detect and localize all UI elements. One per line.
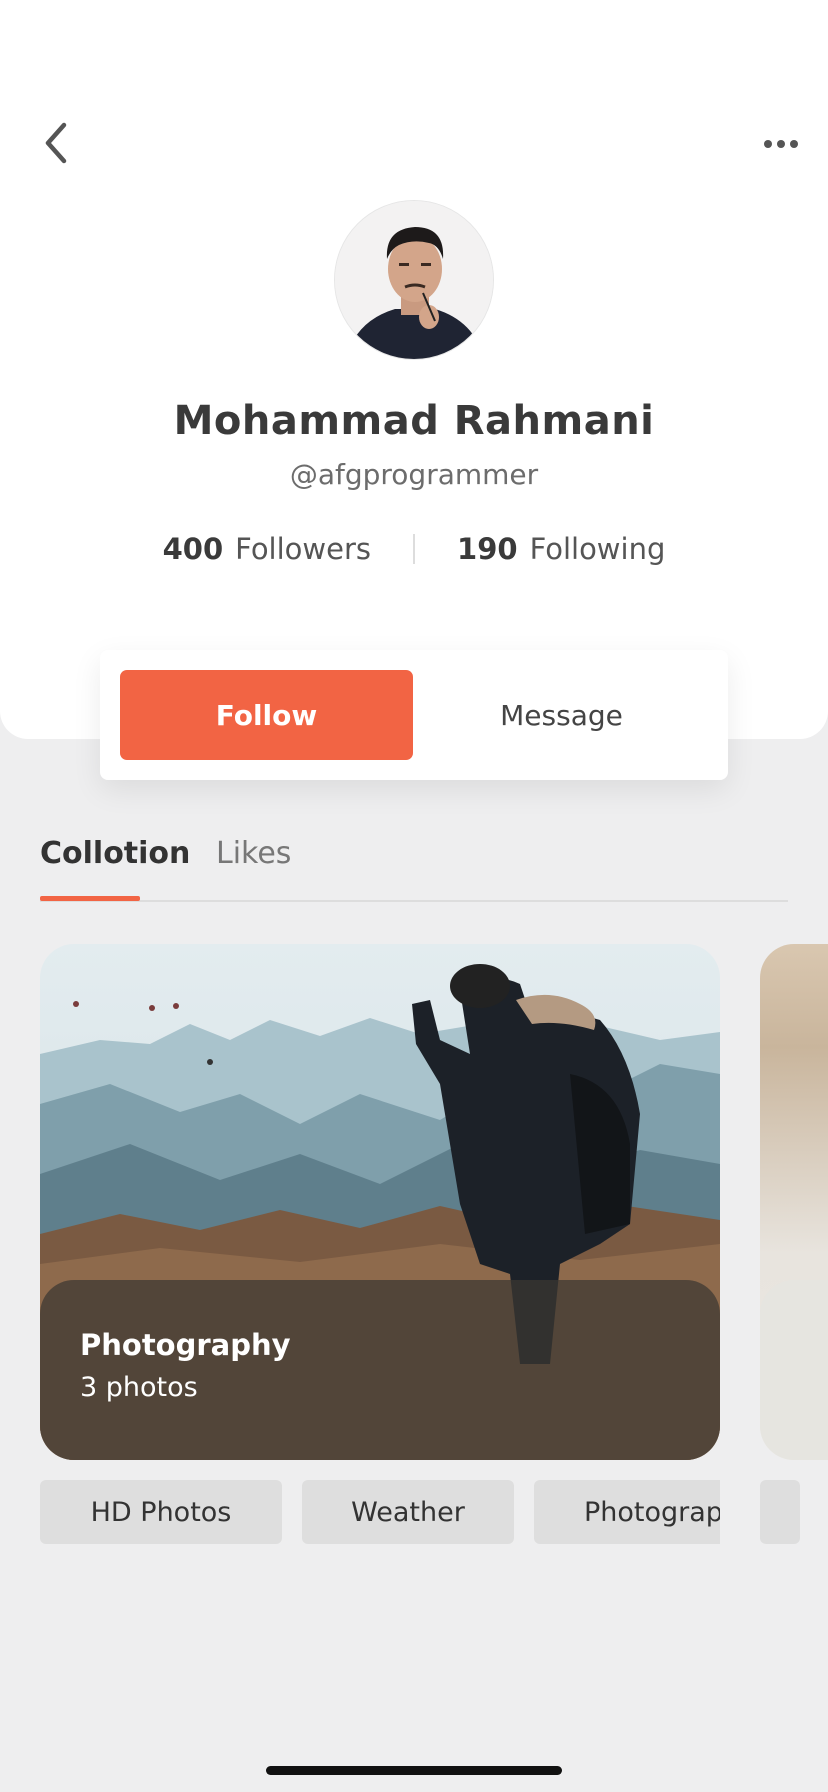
profile-header: [0, 0, 828, 739]
tab-likes[interactable]: Likes: [216, 836, 291, 871]
profile-name: Mohammad Rahmani: [173, 398, 655, 444]
collection-card[interactable]: Photography 3 photos: [40, 944, 720, 1460]
followers-stat[interactable]: 400 Followers: [163, 532, 371, 566]
profile-handle: @afgprogrammer: [289, 458, 539, 491]
tag-chip[interactable]: Weather: [302, 1480, 514, 1544]
tabs-divider: [40, 900, 788, 902]
followers-count: 400: [162, 532, 224, 566]
message-button[interactable]: Message: [415, 670, 708, 760]
collection-title: Photography: [80, 1328, 291, 1362]
tag-chip[interactable]: Photograp: [534, 1480, 720, 1544]
following-count: 190: [457, 532, 518, 566]
collection-photo-count: 3 photos: [80, 1372, 198, 1403]
next-collection-overlay: [760, 1280, 828, 1460]
more-horizontal-icon: [777, 140, 785, 148]
active-tab-indicator: [40, 896, 140, 901]
tag-chip-peek[interactable]: [760, 1480, 800, 1544]
more-horizontal-icon: [764, 140, 772, 148]
tag-chip[interactable]: HD Photos: [40, 1480, 282, 1544]
following-label: Following: [529, 532, 666, 566]
tab-collection[interactable]: Collotion: [40, 836, 190, 871]
stats-divider: [413, 534, 416, 564]
tag-list-viewport: HD Photos Weather Photograp: [40, 1480, 720, 1544]
collection-card-overlay: [40, 1280, 720, 1460]
more-options-button[interactable]: [756, 124, 806, 164]
followers-label: Followers: [235, 532, 372, 566]
profile-tabs: Collotion Likes: [40, 836, 788, 902]
next-collection-card[interactable]: [760, 944, 828, 1460]
avatar[interactable]: [334, 200, 494, 360]
action-card: Follow Message: [100, 650, 728, 780]
profile-stats: 400 Followers 190 Following: [0, 532, 828, 566]
more-horizontal-icon: [790, 140, 798, 148]
following-stat[interactable]: 190 Following: [457, 532, 665, 566]
chevron-left-icon: [45, 122, 67, 164]
home-indicator: [266, 1766, 562, 1775]
follow-button[interactable]: Follow: [120, 670, 413, 760]
back-button[interactable]: [36, 118, 76, 168]
tag-list: HD Photos Weather Photograp: [40, 1480, 828, 1544]
